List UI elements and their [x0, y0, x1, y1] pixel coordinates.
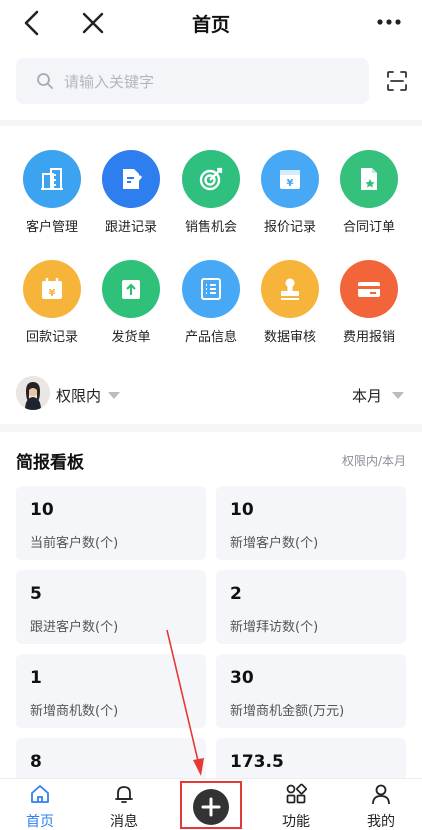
filter-bar: 权限内 本月 — [0, 362, 422, 424]
quote-yen-icon: ¥ — [280, 170, 300, 189]
quick-action-icon-bg — [340, 150, 398, 208]
search-row: 请输入关键字 — [0, 46, 422, 120]
briefing-board: 简报看板 权限内/本月 10 当前客户数(个) 10 新增客户数(个) 5 跟进… — [0, 432, 422, 778]
quick-action-icon-bg — [182, 150, 240, 208]
stat-card[interactable]: 30 新增商机金额(万元) — [216, 654, 406, 728]
quick-action-icon-bg — [182, 260, 240, 318]
stat-value: 10 — [230, 500, 254, 520]
list-icon — [201, 278, 221, 300]
quick-action-label: 客户管理 — [25, 220, 78, 235]
user-photo-icon — [16, 376, 50, 410]
scope-caret-icon[interactable] — [108, 392, 120, 399]
stat-value: 2 — [230, 584, 242, 604]
target-icon — [199, 167, 223, 191]
quick-action-icon-bg — [102, 150, 160, 208]
building-icon — [41, 168, 63, 190]
quick-action-follow-up[interactable]: 跟进记录 — [91, 150, 171, 235]
stat-card[interactable]: 173.5 — [216, 738, 406, 778]
stat-card[interactable]: 1 新增商机数(个) — [16, 654, 206, 728]
quick-action-label: 销售机会 — [184, 220, 237, 235]
period-selector[interactable]: 本月 — [352, 385, 382, 406]
svg-text:¥: ¥ — [49, 288, 56, 299]
quick-action-icon-bg — [23, 150, 81, 208]
stat-card[interactable]: 8 — [16, 738, 206, 778]
bottom-tab-bar: 首页 消息 功能 我的 — [0, 778, 422, 830]
quick-action-product-info[interactable]: 产品信息 — [171, 260, 251, 345]
stat-label: 新增商机金额(万元) — [230, 704, 345, 719]
quick-action-contract-order[interactable]: 合同订单 — [329, 150, 409, 235]
stat-label: 新增商机数(个) — [30, 704, 119, 719]
tab-messages[interactable]: 消息 — [94, 783, 154, 830]
card-icon — [358, 282, 380, 297]
quick-action-icon-bg: ¥ — [261, 150, 319, 208]
quick-action-icon-bg — [261, 260, 319, 318]
board-subtitle: 权限内/本月 — [341, 454, 406, 468]
quick-action-data-review[interactable]: 数据审核 — [250, 260, 330, 345]
tab-label: 功能 — [282, 814, 310, 830]
quick-action-label: 费用报销 — [342, 330, 395, 345]
quick-action-label: 报价记录 — [263, 220, 316, 235]
tab-label: 我的 — [367, 814, 395, 830]
box-upload-icon — [122, 280, 140, 299]
tab-functions[interactable]: 功能 — [266, 783, 326, 830]
stat-value: 5 — [30, 584, 42, 604]
quick-action-expense-claim[interactable]: 费用报销 — [329, 260, 409, 345]
stat-value: 173.5 — [230, 752, 284, 772]
quick-action-label: 产品信息 — [184, 330, 237, 345]
scan-icon[interactable] — [386, 70, 408, 92]
board-title: 简报看板 — [16, 453, 84, 473]
period-caret-icon[interactable] — [392, 392, 404, 399]
quick-action-label: 回款记录 — [25, 330, 78, 345]
stat-label: 当前客户数(个) — [30, 536, 119, 551]
add-icon — [201, 797, 221, 817]
user-icon — [372, 784, 390, 805]
bell-icon — [115, 786, 133, 803]
stat-card[interactable]: 2 新增拜访数(个) — [216, 570, 406, 644]
home-icon — [31, 785, 49, 803]
contract-star-icon — [361, 168, 377, 190]
stat-label: 跟进客户数(个) — [30, 620, 119, 635]
tab-home[interactable]: 首页 — [10, 783, 70, 830]
search-placeholder: 请输入关键字 — [64, 73, 155, 91]
add-button[interactable] — [193, 789, 229, 825]
calendar-yen-icon: ¥ — [42, 278, 62, 299]
quick-action-label: 合同订单 — [342, 220, 395, 235]
quick-action-customer-management[interactable]: 客户管理 — [12, 150, 92, 235]
quick-action-icon-bg: ¥ — [23, 260, 81, 318]
quick-action-quote-record[interactable]: ¥ 报价记录 — [250, 150, 330, 235]
tab-me[interactable]: 我的 — [351, 783, 411, 830]
stat-label: 新增拜访数(个) — [230, 620, 319, 635]
quick-action-label: 发货单 — [111, 330, 151, 345]
tab-label: 消息 — [110, 814, 138, 830]
quick-action-icon-bg — [340, 260, 398, 318]
quick-action-label: 跟进记录 — [104, 220, 157, 235]
stat-value: 30 — [230, 668, 254, 688]
edit-note-icon — [123, 169, 143, 189]
page-title: 首页 — [191, 14, 230, 36]
stamp-icon — [281, 278, 299, 300]
stat-card[interactable]: 10 当前客户数(个) — [16, 486, 206, 560]
scope-selector[interactable]: 权限内 — [56, 385, 101, 406]
quick-action-icon-bg — [102, 260, 160, 318]
search-icon — [37, 73, 53, 89]
stat-value: 1 — [30, 668, 42, 688]
top-bar: 首页 — [0, 0, 422, 46]
avatar[interactable] — [16, 376, 50, 410]
quick-action-label: 数据审核 — [263, 330, 316, 345]
stat-card[interactable]: 10 新增客户数(个) — [216, 486, 406, 560]
quick-action-sales-opportunity[interactable]: 销售机会 — [171, 150, 251, 235]
apps-icon — [286, 783, 307, 804]
quick-action-delivery-note[interactable]: 发货单 — [91, 260, 171, 345]
tab-label: 首页 — [26, 814, 54, 830]
search-input[interactable]: 请输入关键字 — [16, 58, 369, 104]
stat-value: 8 — [30, 752, 42, 772]
svg-text:¥: ¥ — [287, 178, 294, 189]
more-icon[interactable] — [376, 12, 402, 32]
stat-card[interactable]: 5 跟进客户数(个) — [16, 570, 206, 644]
quick-action-payment-record[interactable]: ¥ 回款记录 — [12, 260, 92, 345]
stat-label: 新增客户数(个) — [230, 536, 319, 551]
stat-value: 10 — [30, 500, 54, 520]
